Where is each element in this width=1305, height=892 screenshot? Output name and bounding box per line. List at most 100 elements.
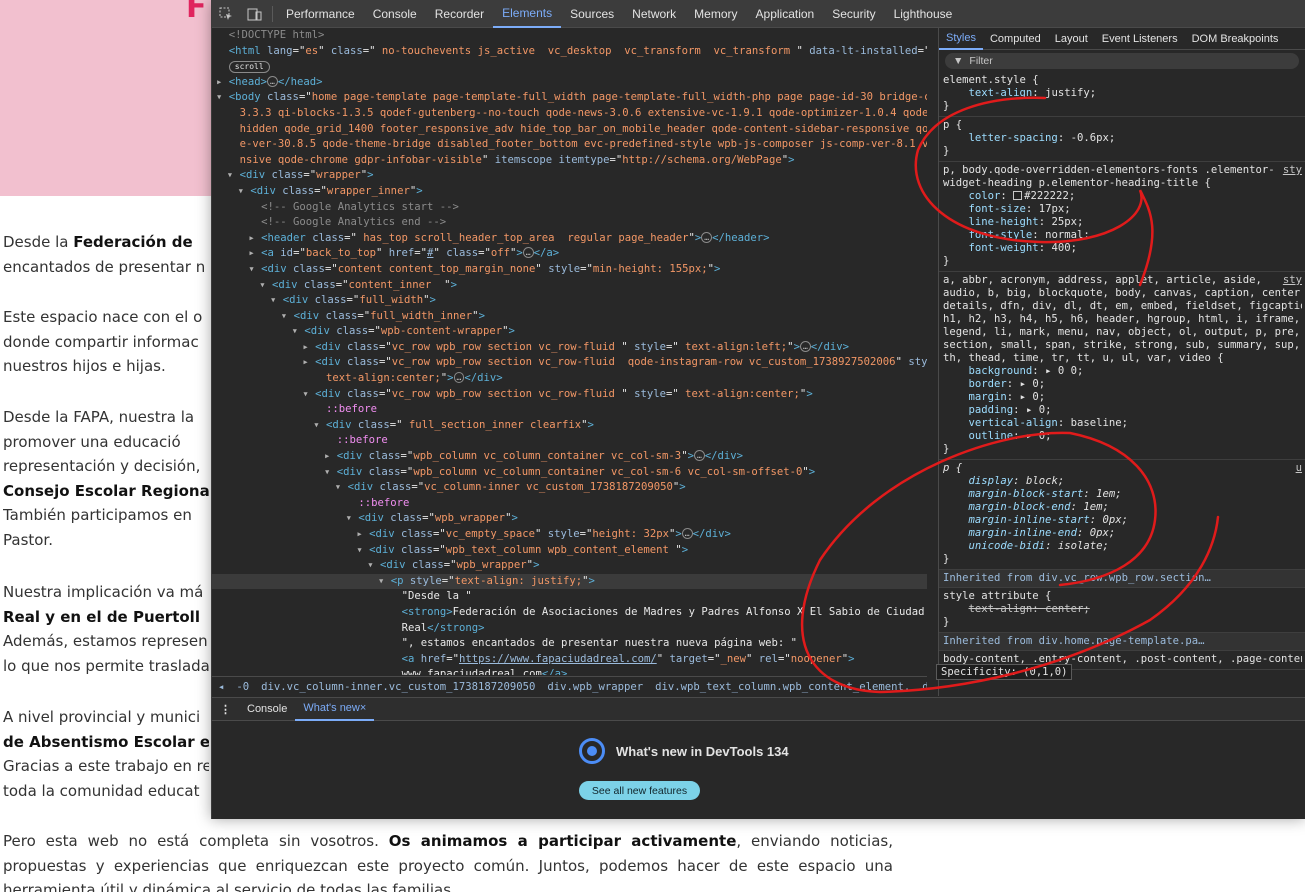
tree-line[interactable]: nsive qode-chrome gdpr-infobar-visible" …: [212, 153, 927, 169]
expand-arrow-icon[interactable]: ▾: [346, 512, 359, 524]
style-property[interactable]: background: ▸ 0 0;: [943, 365, 1302, 378]
tree-line[interactable]: ▾ <div class="content_inner ">: [212, 278, 927, 294]
tree-line[interactable]: ▸ <div class="vc_row wpb_row section vc_…: [212, 355, 927, 371]
rule-source-link[interactable]: sty: [1283, 274, 1302, 287]
style-property[interactable]: vertical-align: baseline;: [943, 417, 1302, 430]
tree-line[interactable]: e-ver-30.8.5 qode-theme-bridge disabled_…: [212, 137, 927, 153]
style-property[interactable]: margin-block-start: 1em;: [943, 488, 1302, 501]
tab-application[interactable]: Application: [747, 0, 824, 28]
expand-arrow-icon[interactable]: ▸: [248, 247, 261, 259]
style-property[interactable]: color: #222222;: [943, 190, 1302, 203]
styles-tab-layout[interactable]: Layout: [1048, 28, 1095, 50]
style-property[interactable]: font-size: 17px;: [943, 203, 1302, 216]
breadcrumb-item[interactable]: div.wpb_wrapper: [541, 681, 649, 693]
style-property[interactable]: font-style: normal;: [943, 229, 1302, 242]
tree-line[interactable]: 3.3.3 qi-blocks-1.3.5 qodef-gutenberg--n…: [212, 106, 927, 122]
device-toolbar-icon[interactable]: [240, 0, 268, 28]
tree-line[interactable]: Real</strong>: [212, 621, 927, 637]
style-property[interactable]: letter-spacing: -0.6px;: [943, 132, 1302, 145]
tree-line[interactable]: ▾ <body class="home page-template page-t…: [212, 90, 927, 106]
tree-line[interactable]: ▾ <div class="wpb_wrapper">: [212, 511, 927, 527]
style-property[interactable]: outline: ▸ 0;: [943, 430, 1302, 443]
tab-sources[interactable]: Sources: [561, 0, 623, 28]
style-property[interactable]: font-weight: 400;: [943, 242, 1302, 255]
tree-line[interactable]: ▸ <div class="vc_empty_space" style="hei…: [212, 527, 927, 543]
ellipsis-button[interactable]: …: [799, 340, 811, 352]
expand-arrow-icon[interactable]: ▸: [302, 341, 315, 353]
style-property[interactable]: unicode-bidi: isolate;: [943, 540, 1302, 553]
breadcrumb-item[interactable]: div.vc_column-inner.vc_custom_1738187209…: [255, 681, 541, 693]
tree-line[interactable]: www.fapaciudadreal.com</a>: [212, 667, 927, 675]
tree-line[interactable]: ▾ <div class="vc_row wpb_row section vc_…: [212, 387, 927, 403]
tree-line[interactable]: ▸ <header class=" has_top scroll_header_…: [212, 231, 927, 247]
tree-line[interactable]: ▸ <a id="back_to_top" href="#" class="of…: [212, 246, 927, 262]
tree-line[interactable]: scroll: [212, 59, 927, 75]
tree-line[interactable]: ▾ <div class=" full_section_inner clearf…: [212, 418, 927, 434]
tree-line[interactable]: ▸ <div class="wpb_column vc_column_conta…: [212, 449, 927, 465]
inherited-node[interactable]: div.vc_row.wpb_row.section…: [1039, 572, 1211, 584]
rule-source-link[interactable]: u: [1296, 462, 1302, 475]
style-property[interactable]: text-align: justify;: [943, 87, 1302, 100]
tree-line[interactable]: <a href="https://www.fapaciudadreal.com/…: [212, 652, 927, 668]
expand-arrow-icon[interactable]: ▾: [259, 279, 272, 291]
expand-arrow-icon[interactable]: ▾: [378, 575, 391, 587]
expand-arrow-icon[interactable]: ▾: [238, 185, 251, 197]
expand-arrow-icon[interactable]: ▸: [356, 528, 369, 540]
tab-performance[interactable]: Performance: [277, 0, 364, 28]
tree-line[interactable]: ▾ <div class="full_width_inner">: [212, 309, 927, 325]
tree-line[interactable]: ▸ <div class="vc_row wpb_row section vc_…: [212, 340, 927, 356]
style-property[interactable]: text-align: center;: [943, 603, 1302, 616]
tab-network[interactable]: Network: [623, 0, 685, 28]
style-property[interactable]: margin-inline-start: 0px;: [943, 514, 1302, 527]
tree-line[interactable]: ::before: [212, 496, 927, 512]
style-property[interactable]: margin-block-end: 1em;: [943, 501, 1302, 514]
tree-line[interactable]: ▾ <div class="vc_column-inner vc_custom_…: [212, 480, 927, 496]
style-property[interactable]: border: ▸ 0;: [943, 378, 1302, 391]
expand-arrow-icon[interactable]: ▸: [302, 356, 315, 368]
tree-line[interactable]: hidden qode_grid_1400 footer_responsive_…: [212, 122, 927, 138]
see-all-features-button[interactable]: See all new features: [579, 781, 700, 800]
tree-line[interactable]: text-align:center;">… </div>: [212, 371, 927, 387]
style-property[interactable]: margin: ▸ 0;: [943, 391, 1302, 404]
tree-line[interactable]: ▾ <p style="text-align: justify;">: [212, 573, 927, 590]
expand-arrow-icon[interactable]: ▾: [216, 91, 229, 103]
expand-arrow-icon[interactable]: ▾: [227, 169, 240, 181]
tree-line[interactable]: ▾ <div class="wrapper">: [212, 168, 927, 184]
ellipsis-button[interactable]: …: [267, 75, 278, 87]
breadcrumb-item[interactable]: -0: [230, 681, 255, 693]
expand-arrow-icon[interactable]: ▾: [356, 544, 369, 556]
styles-tab-styles[interactable]: Styles: [939, 28, 983, 50]
tree-line[interactable]: ▾ <div class="wrapper_inner">: [212, 184, 927, 200]
ellipsis-button[interactable]: …: [522, 247, 534, 259]
ellipsis-button[interactable]: …: [681, 528, 693, 539]
elements-tree[interactable]: <!DOCTYPE html> <html lang="es" class=" …: [212, 28, 927, 675]
ellipsis-button[interactable]: …: [453, 372, 465, 384]
expand-arrow-icon[interactable]: ▾: [324, 466, 337, 478]
tree-line[interactable]: ▾ <div class="wpb_wrapper">: [212, 558, 927, 574]
breadcrumb-item[interactable]: div.wpb_wrapper: [916, 681, 927, 693]
scroll-badge[interactable]: scroll: [228, 61, 270, 74]
expand-arrow-icon[interactable]: ▾: [367, 559, 380, 571]
breadcrumb-item[interactable]: div.wpb_text_column.wpb_content_element.: [649, 681, 916, 693]
color-swatch[interactable]: [1013, 191, 1023, 200]
overridden-property[interactable]: text-align: center;: [969, 603, 1090, 615]
tree-line[interactable]: ▾ <div class="wpb-content-wrapper">: [212, 324, 927, 340]
styles-tab-computed[interactable]: Computed: [983, 28, 1048, 50]
tree-line[interactable]: <!-- Google Analytics start -->: [212, 200, 927, 216]
expand-arrow-icon[interactable]: ▾: [248, 263, 261, 275]
expand-arrow-icon[interactable]: ▾: [302, 388, 315, 400]
style-property[interactable]: line-height: 25px;: [943, 216, 1302, 229]
drawer-menu-icon[interactable]: ⋮: [212, 698, 239, 721]
tab-lighthouse[interactable]: Lighthouse: [885, 0, 962, 28]
expand-arrow-icon[interactable]: ▸: [248, 232, 261, 244]
tab-console[interactable]: Console: [364, 0, 426, 28]
tree-line[interactable]: <!DOCTYPE html>: [212, 28, 927, 44]
styles-filter-input[interactable]: ▼ Filter: [945, 53, 1299, 69]
close-icon[interactable]: ×: [360, 702, 366, 714]
style-property[interactable]: padding: ▸ 0;: [943, 404, 1302, 417]
tree-line[interactable]: ::before: [212, 402, 927, 418]
tree-line[interactable]: ", estamos encantados de presentar nuest…: [212, 636, 927, 652]
tree-line[interactable]: <!-- Google Analytics end -->: [212, 215, 927, 231]
tree-line[interactable]: ::before: [212, 433, 927, 449]
expand-arrow-icon[interactable]: ▾: [335, 481, 348, 493]
